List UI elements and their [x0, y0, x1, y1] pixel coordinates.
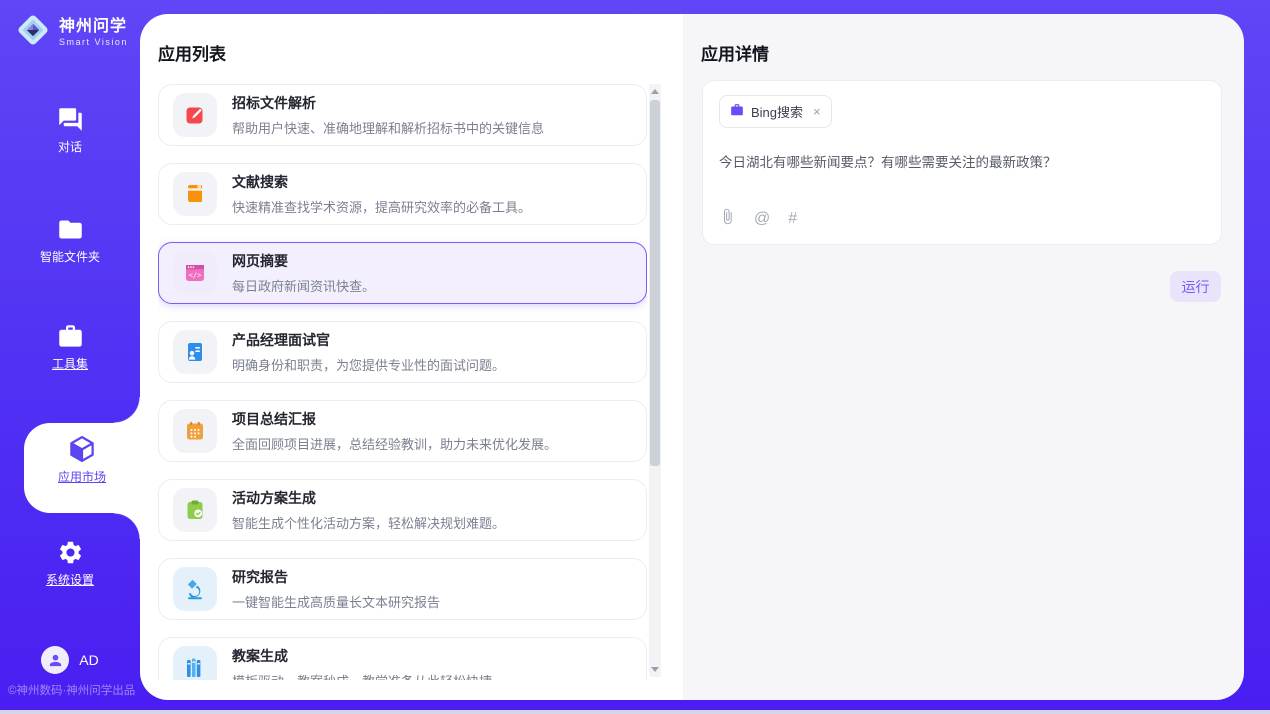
app-card-desc: 帮助用户快速、准确地理解和解析招标书中的关键信息	[232, 118, 544, 137]
sidebar: 神州问学 Smart Vision 对话 智能文件夹 工具集	[0, 0, 140, 710]
document-person-icon	[173, 330, 217, 374]
composer-toolbar: @ #	[719, 208, 1205, 230]
edit-document-icon	[173, 93, 217, 137]
app-card-project-summary[interactable]: 项目总结汇报 全面回顾项目进展，总结经验教训，助力未来优化发展。	[158, 400, 647, 462]
cube-icon	[24, 434, 140, 464]
sidebar-item-label: 对话	[58, 138, 82, 155]
app-card-web-summary[interactable]: </> 网页摘要 每日政府新闻资讯快查。	[158, 242, 647, 304]
books-icon	[173, 646, 217, 680]
folder-icon	[0, 216, 140, 243]
paperclip-icon[interactable]	[719, 208, 736, 230]
sidebar-item-settings[interactable]: 系统设置	[0, 539, 140, 589]
notepad-icon	[173, 409, 217, 453]
app-window: 神州问学 Smart Vision 对话 智能文件夹 工具集	[0, 0, 1270, 710]
app-card-title: 招标文件解析	[232, 93, 544, 113]
microscope-icon	[173, 567, 217, 611]
app-card-desc: 模板驱动，教案秒成，教学准备从此轻松快捷	[232, 671, 492, 680]
prompt-input-card[interactable]: Bing搜索 × 今日湖北有哪些新闻要点？有哪些需要关注的最新政策？ @ #	[702, 80, 1222, 245]
scroll-up-icon[interactable]	[651, 89, 659, 94]
app-card-event-plan[interactable]: 活动方案生成 智能生成个性化活动方案，轻松解决规划难题。	[158, 479, 647, 541]
app-card-title: 活动方案生成	[232, 488, 505, 508]
sidebar-item-toolset[interactable]: 工具集	[0, 323, 140, 373]
tool-tag-label: Bing搜索	[751, 102, 803, 121]
user-initials: AD	[79, 652, 98, 668]
app-card-title: 网页摘要	[232, 251, 375, 271]
brand-name: 神州问学	[59, 18, 128, 36]
sidebar-item-chat[interactable]: 对话	[0, 106, 140, 156]
copyright-footer: ©神州数码·神州问学出品	[8, 682, 148, 698]
app-list-scrollbar[interactable]	[649, 84, 661, 677]
app-card-title: 项目总结汇报	[232, 409, 557, 429]
svg-text:</>: </>	[189, 272, 202, 280]
app-card-title: 产品经理面试官	[232, 330, 505, 350]
app-detail-title: 应用详情	[701, 40, 769, 65]
sidebar-item-smart-folder[interactable]: 智能文件夹	[0, 216, 140, 266]
window-bottom-edge	[0, 710, 1270, 714]
run-button[interactable]: 运行	[1170, 271, 1221, 302]
briefcase-icon	[730, 103, 744, 120]
app-card-research-report[interactable]: 研究报告 一键智能生成高质量长文本研究报告	[158, 558, 647, 620]
app-card-literature-search[interactable]: 文献搜索 快速精准查找学术资源，提高研究效率的必备工具。	[158, 163, 647, 225]
app-card-desc: 每日政府新闻资讯快查。	[232, 276, 375, 295]
app-list: 招标文件解析 帮助用户快速、准确地理解和解析招标书中的关键信息 文献搜索 快速精…	[158, 84, 647, 680]
clipboard-check-icon	[173, 488, 217, 532]
app-card-title: 文献搜索	[232, 172, 531, 192]
brand-subtitle: Smart Vision	[59, 37, 128, 47]
toolbox-icon	[0, 323, 140, 350]
sidebar-item-label: 应用市场	[58, 468, 106, 485]
app-list-panel: 应用列表 招标文件解析 帮助用户快速、准确地理解和解析招标书中的关键信息	[140, 14, 683, 700]
sidebar-item-label: 工具集	[52, 355, 88, 372]
app-card-lesson-plan[interactable]: 教案生成 模板驱动，教案秒成，教学准备从此轻松快捷	[158, 637, 647, 680]
app-detail-panel: 应用详情 Bing搜索 × 今日湖北有哪些新闻要点？有哪些需要关注的最新政策？ …	[683, 14, 1244, 700]
app-card-desc: 一键智能生成高质量长文本研究报告	[232, 592, 440, 611]
chat-icon	[0, 106, 140, 133]
app-card-title: 研究报告	[232, 567, 440, 587]
topic-icon[interactable]: #	[788, 210, 797, 228]
app-card-title: 教案生成	[232, 646, 492, 666]
close-icon[interactable]: ×	[813, 104, 821, 119]
gear-icon	[0, 539, 140, 566]
sidebar-item-label: 系统设置	[46, 571, 94, 588]
scrollbar-thumb[interactable]	[650, 100, 660, 466]
prompt-text[interactable]: 今日湖北有哪些新闻要点？有哪些需要关注的最新政策？	[719, 154, 1205, 173]
brand-logo: 神州问学 Smart Vision	[14, 11, 128, 54]
avatar	[41, 646, 69, 674]
browser-code-icon: </>	[173, 251, 217, 295]
app-card-desc: 明确身份和职责，为您提供专业性的面试问题。	[232, 355, 505, 374]
sidebar-item-app-market[interactable]: 应用市场	[24, 423, 140, 513]
app-card-bid-document-analysis[interactable]: 招标文件解析 帮助用户快速、准确地理解和解析招标书中的关键信息	[158, 84, 647, 146]
app-list-title: 应用列表	[158, 40, 226, 65]
sidebar-item-label: 智能文件夹	[40, 248, 100, 265]
app-card-desc: 全面回顾项目进展，总结经验教训，助力未来优化发展。	[232, 434, 557, 453]
diamond-logo-icon	[14, 11, 52, 54]
mention-icon[interactable]: @	[754, 210, 770, 228]
app-card-pm-interviewer[interactable]: 产品经理面试官 明确身份和职责，为您提供专业性的面试问题。	[158, 321, 647, 383]
book-icon	[173, 172, 217, 216]
user-account[interactable]: AD	[0, 646, 140, 674]
app-card-desc: 智能生成个性化活动方案，轻松解决规划难题。	[232, 513, 505, 532]
app-card-desc: 快速精准查找学术资源，提高研究效率的必备工具。	[232, 197, 531, 216]
scroll-down-icon[interactable]	[651, 667, 659, 672]
tool-tag-bing-search[interactable]: Bing搜索 ×	[719, 95, 832, 128]
